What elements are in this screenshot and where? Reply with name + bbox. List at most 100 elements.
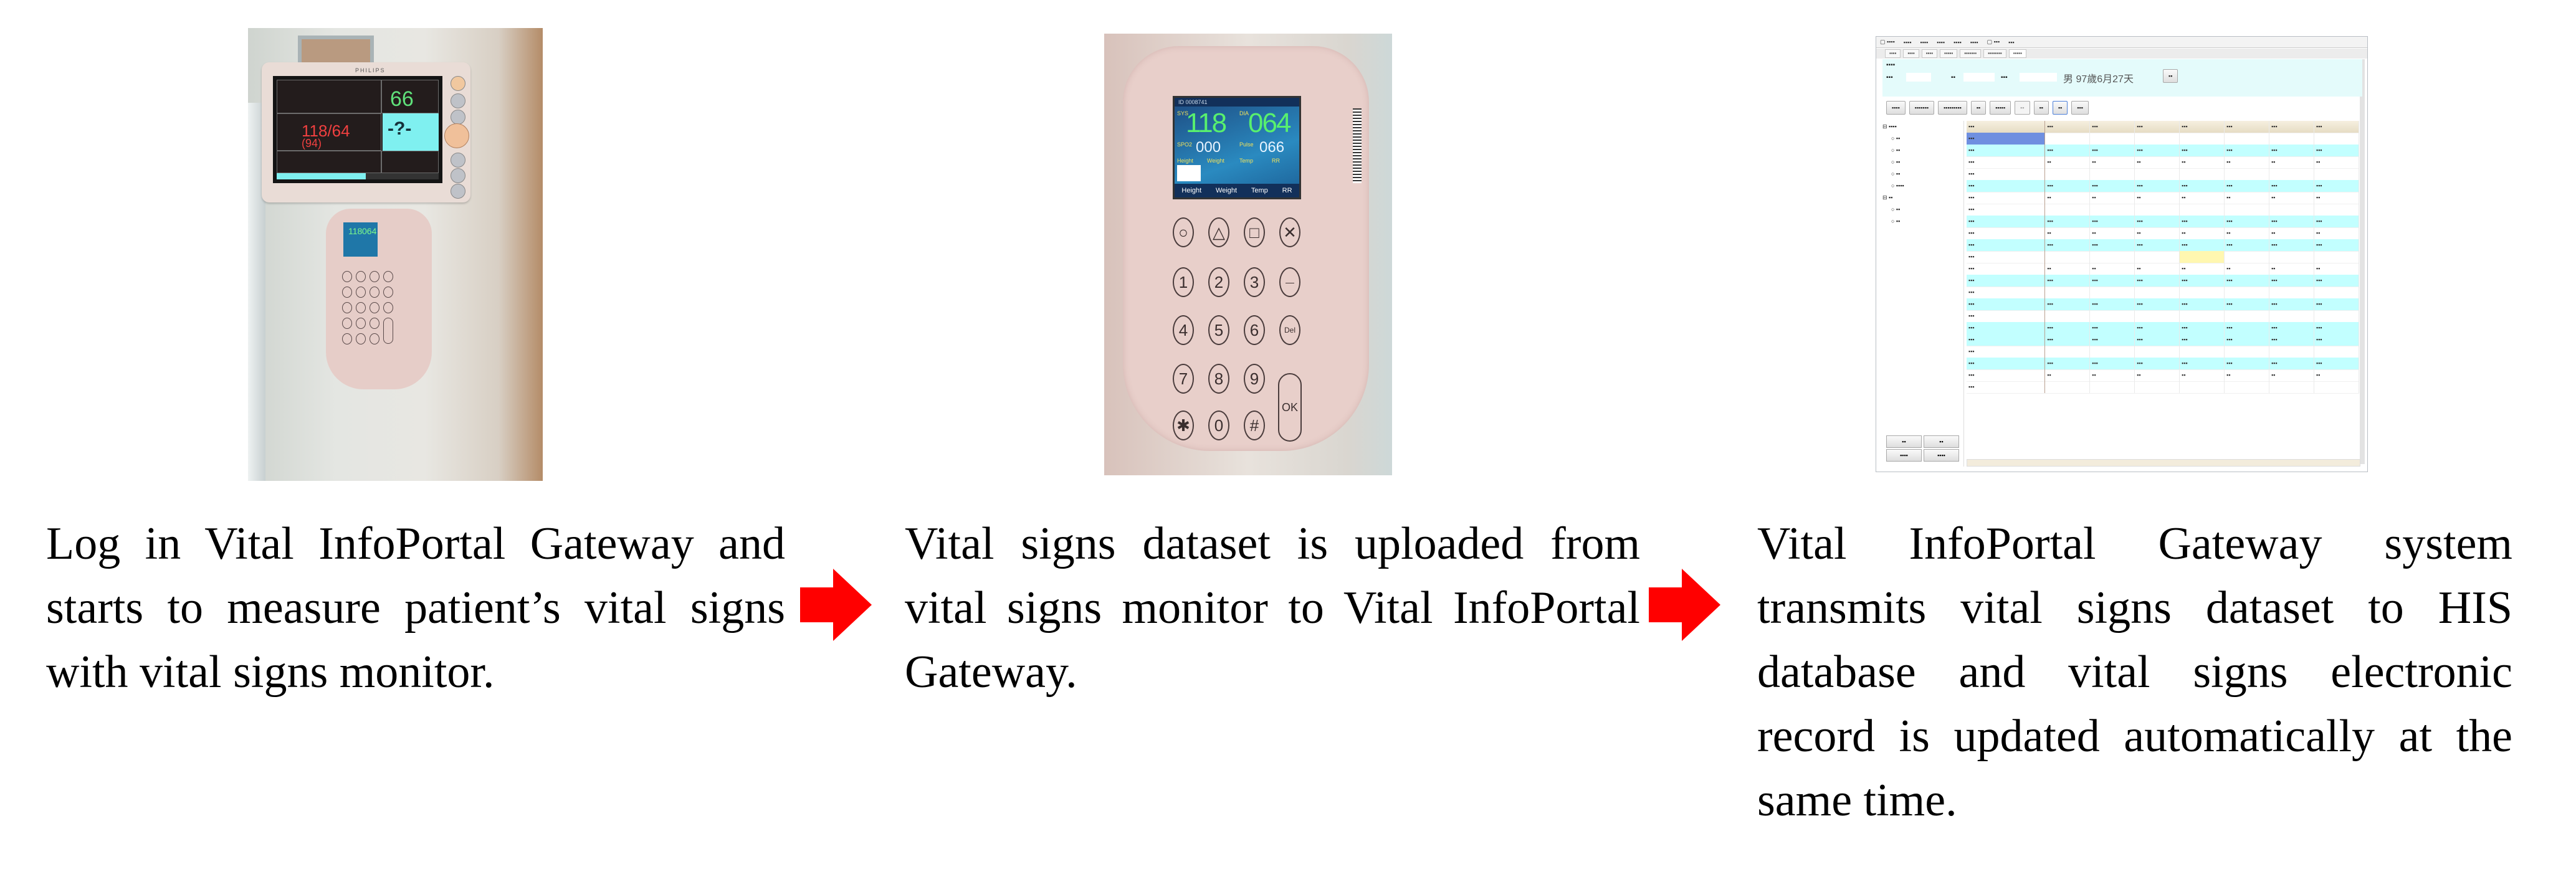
grid-row-label: ▪▪▪	[1967, 156, 2046, 168]
grid-cell: ▪▪	[2090, 369, 2135, 381]
info-field-label: ▪▪	[1951, 74, 1956, 81]
key-circle-icon: ○	[1173, 217, 1194, 247]
grid-row: ▪▪▪ ▪▪ ▪▪ ▪▪ ▪▪ ▪▪ ▪▪ ▪▪	[1967, 227, 2359, 240]
sub-label-temp: Temp	[1239, 158, 1254, 164]
grid-cell	[2045, 204, 2091, 216]
sub-label-rr: RR	[1272, 158, 1280, 164]
grid-row: ▪▪▪	[1967, 133, 2359, 145]
grid-cell: ▪▪▪	[2045, 239, 2091, 251]
toolbar-button: ▪▪▪▪▪▪▪▪▪	[1938, 101, 1967, 115]
tree-item: ⊟ ▪▪	[1882, 194, 1893, 201]
vital-signs-keypad: ID 0008741 SYS 118 DIA 064 SPO2 000 Puls…	[1123, 46, 1369, 451]
grid-row: ▪▪▪ ▪▪▪ ▪▪▪ ▪▪▪ ▪▪▪ ▪▪▪ ▪▪▪ ▪▪▪	[1967, 334, 2359, 346]
softkey-height: Height	[1181, 187, 1202, 194]
vertical-scrollbar	[2360, 59, 2365, 464]
grid-cell: ▪▪	[2314, 192, 2359, 204]
grid-cell: ▪▪	[2135, 227, 2180, 239]
grid-row: ▪▪▪	[1967, 310, 2359, 323]
grid-cell: ▪▪▪	[2314, 145, 2359, 156]
grid-cell: ▪▪	[2225, 227, 2270, 239]
grid-row-label: ▪▪▪	[1967, 310, 2046, 322]
key-hash: #	[1244, 410, 1265, 440]
grid-row-label: ▪▪▪	[1967, 192, 2046, 204]
grid-cell	[2314, 133, 2359, 145]
grid-cell: ▪▪▪	[2180, 334, 2225, 346]
grid-cell: ▪▪▪	[2090, 239, 2135, 251]
grid-cell: ▪▪▪	[2090, 275, 2135, 287]
pulse-label: Pulse	[1239, 141, 1254, 148]
keypad-key-icon	[356, 287, 366, 298]
key-star: ✱	[1173, 410, 1194, 440]
left-panel-button: ▪▪▪▪	[1886, 449, 1922, 462]
mean-pressure-value: (94)	[302, 137, 322, 149]
key-cross-icon: ✕	[1279, 217, 1300, 247]
grid-cell	[2180, 251, 2225, 263]
grid-cell: ▪▪▪	[2045, 216, 2091, 227]
step3-his-screenshot: ▢ ▪▪▪▪ ▪▪▪▪ ▪▪▪▪ ▪▪▪▪ ▪▪▪▪ ▪▪▪▪ ▢ ▪▪▪ ▪▪▪ ▪▪▪▪ …	[1876, 36, 2368, 472]
grid-cell	[2269, 251, 2315, 263]
grid-cell	[2269, 287, 2315, 298]
grid-cell: ▪▪▪	[2135, 322, 2180, 334]
grid-cell: ▪▪	[2225, 156, 2270, 168]
tree-item: ○ ▪▪	[1891, 171, 1901, 177]
grid-cell: ▪▪▪	[2180, 180, 2225, 192]
grid-cell: ▪▪	[2090, 227, 2135, 239]
grid-cell: ▪▪▪	[2269, 121, 2315, 133]
left-panel-button: ▪▪	[1886, 435, 1922, 448]
sys-value: 118	[1186, 108, 1227, 138]
grid-cell: ▪▪▪	[2225, 334, 2270, 346]
grid-cell	[2045, 381, 2091, 393]
grid-cell: ▪▪▪	[2180, 358, 2225, 369]
grid-cell: ▪▪▪	[2045, 298, 2091, 310]
grid-cell	[2135, 168, 2180, 180]
key-7: 7	[1173, 364, 1194, 394]
toolbar-button: ▪▪▪▪▪▪▪	[1909, 101, 1935, 115]
patient-age-gender: 男 97歲6月27天	[2063, 74, 2134, 85]
grid-cell: ▪▪▪	[2090, 121, 2135, 133]
grid-cell: ▪▪▪	[2225, 298, 2270, 310]
grid-cell	[2045, 287, 2091, 298]
grid-row: ▪▪▪ ▪▪▪ ▪▪▪ ▪▪▪ ▪▪▪ ▪▪▪ ▪▪▪ ▪▪▪	[1967, 298, 2359, 311]
grid-row-label: ▪▪▪	[1967, 216, 2046, 227]
grid-cell: ▪▪▪	[2314, 239, 2359, 251]
grid-cell	[2314, 310, 2359, 322]
key-2: 2	[1208, 267, 1229, 297]
grid-cell: ▪▪▪	[2135, 275, 2180, 287]
grid-cell: ▪▪▪	[2180, 239, 2225, 251]
keypad-key-icon	[356, 271, 366, 282]
grid-cell: ▪▪▪	[2225, 275, 2270, 287]
toolbar-button: ▪▪▪▪	[1886, 101, 1906, 115]
grid-cell	[2269, 168, 2315, 180]
grid-row-label: ▪▪▪	[1967, 369, 2046, 381]
menu-item: ▪▪▪	[2008, 39, 2015, 45]
flow-arrow-2-icon	[1649, 569, 1720, 641]
input-box	[1177, 165, 1201, 181]
keypad-key-icon	[370, 271, 379, 282]
grid-cell: ▪▪▪	[2180, 216, 2225, 227]
keypad-key-icon	[342, 302, 352, 313]
grid-row-label: ▪▪▪	[1967, 287, 2046, 298]
sub-label-weight: Weight	[1207, 158, 1224, 164]
spo2-value: 000	[1196, 139, 1221, 156]
monitor-brand: PHILIPS	[355, 67, 386, 74]
grid-cell: ▪▪	[2180, 369, 2225, 381]
grid-cell: ▪▪	[2045, 227, 2091, 239]
keypad-ok-key-icon	[383, 318, 393, 344]
grid-cell: ▪▪▪	[2180, 145, 2225, 156]
vital-signs-keypad: 118 064	[326, 209, 432, 389]
grid-row-label: ▪▪▪	[1967, 275, 2046, 287]
arrow-shape	[800, 569, 872, 641]
toolbar-button: ▪▪▪▪▪	[1990, 101, 2011, 115]
grid-cell	[2135, 251, 2180, 263]
grid-cell	[2135, 346, 2180, 358]
key-dash: —	[1279, 267, 1300, 297]
grid-cell: ▪▪▪	[2045, 180, 2091, 192]
key-4: 4	[1173, 315, 1194, 345]
grid-cell: ▪▪▪	[2045, 322, 2091, 334]
menu-item: ▪▪▪▪	[1903, 39, 1912, 45]
keypad-sys-value: 118	[348, 226, 363, 236]
keypad-key-icon	[356, 302, 366, 313]
key-del: Del	[1279, 315, 1300, 345]
softkey-weight: Weight	[1216, 187, 1238, 194]
grid-cell: ▪▪▪	[2225, 121, 2270, 133]
